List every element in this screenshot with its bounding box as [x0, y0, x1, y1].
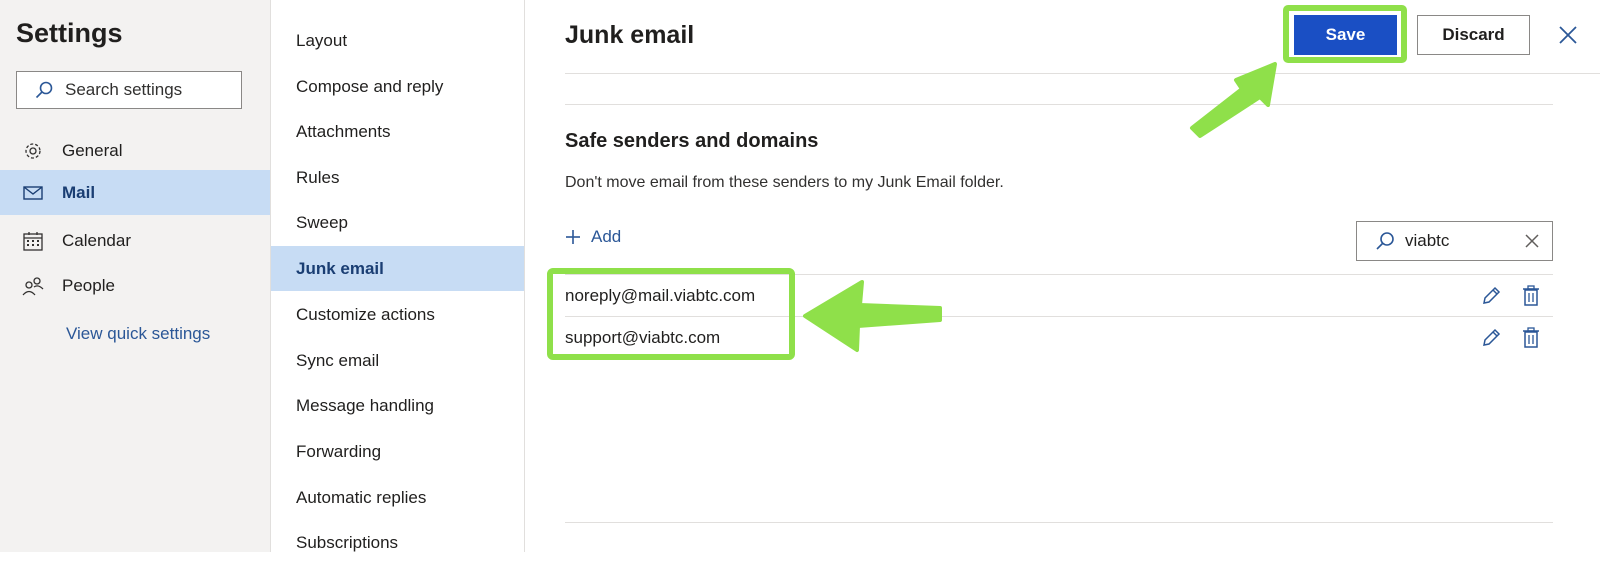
arrow-to-senders-icon: [803, 280, 942, 352]
annotation-arrows: [803, 62, 1277, 352]
arrow-to-save-icon: [1190, 62, 1277, 138]
